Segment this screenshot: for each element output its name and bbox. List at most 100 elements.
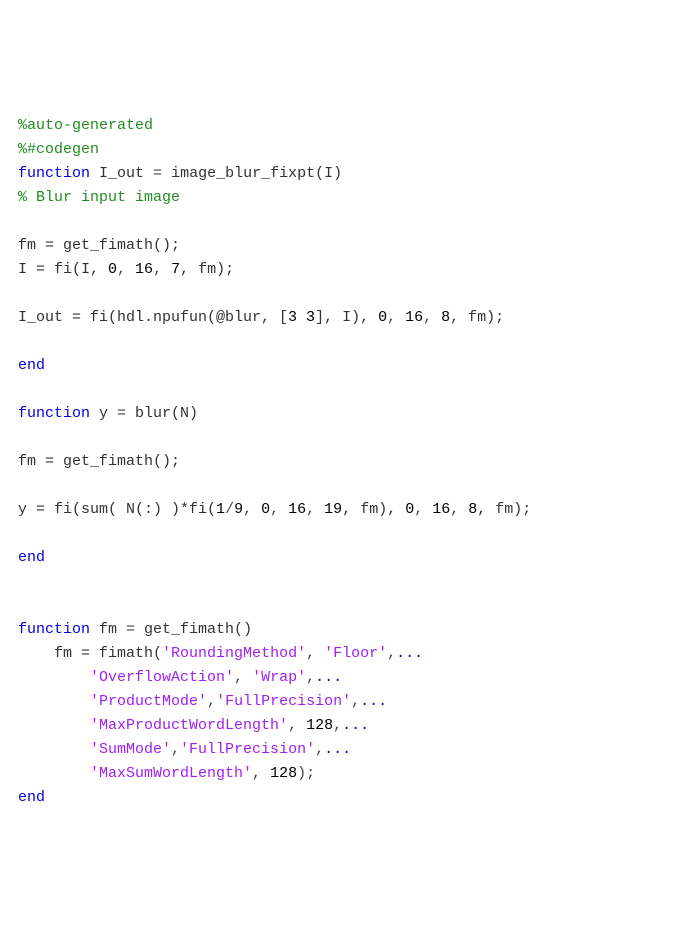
code-line: function I_out = image_blur_fixpt(I): [18, 165, 342, 182]
comma: ,: [252, 765, 270, 782]
code-line: 'SumMode','FullPrecision',...: [18, 741, 351, 758]
comma: ,: [153, 261, 171, 278]
code-line: 'MaxSumWordLength', 128);: [18, 765, 315, 782]
comma: ,: [207, 693, 216, 710]
code-line: % Blur input image: [18, 189, 180, 206]
fn: image_blur_fixpt(I): [171, 165, 342, 182]
code-line: %#codegen: [18, 141, 99, 158]
tail: ,: [351, 693, 360, 710]
eq: =: [108, 405, 135, 422]
code-line: 'ProductMode','FullPrecision',...: [18, 693, 387, 710]
code-line: I = fi(I, 0, 16, 7, fm);: [18, 261, 234, 278]
str: 'SumMode': [90, 741, 171, 758]
comma: ,: [117, 261, 135, 278]
num: 8: [441, 309, 450, 326]
tail: , fm);: [477, 501, 531, 518]
str: 'FullPrecision': [216, 693, 351, 710]
num: 3 3: [288, 309, 315, 326]
code-line: %auto-generated: [18, 117, 153, 134]
eq: =: [117, 621, 144, 638]
txt: fm = fimath(: [54, 645, 162, 662]
out: [90, 165, 99, 182]
comma: ,: [414, 501, 432, 518]
str: 'MaxProductWordLength': [90, 717, 288, 734]
stmt: fm = get_fimath();: [18, 237, 180, 254]
indent: [18, 669, 90, 686]
num: 19: [324, 501, 342, 518]
code-line: I_out = fi(hdl.npufun(@blur, [3 3], I), …: [18, 309, 504, 326]
str: 'OverflowAction': [90, 669, 234, 686]
str: 'Wrap': [252, 669, 306, 686]
comma: ,: [306, 501, 324, 518]
txt: ], I),: [315, 309, 378, 326]
dots: ...: [360, 693, 387, 710]
str: 'MaxSumWordLength': [90, 765, 252, 782]
num: 16: [135, 261, 153, 278]
num: 0: [261, 501, 270, 518]
code-line: 'MaxProductWordLength', 128,...: [18, 717, 369, 734]
comma: ,: [270, 501, 288, 518]
str: 'FullPrecision': [180, 741, 315, 758]
txt: y = fi(sum( N(:) )*fi(: [18, 501, 216, 518]
comma: ,: [243, 501, 261, 518]
num: 0: [405, 501, 414, 518]
code-line: function fm = get_fimath(): [18, 621, 252, 638]
dots: ...: [324, 741, 351, 758]
code-line: fm = fimath('RoundingMethod', 'Floor',..…: [18, 645, 423, 662]
comma: ,: [171, 741, 180, 758]
indent: [18, 765, 90, 782]
code-line: function y = blur(N): [18, 405, 198, 422]
kw-end: end: [18, 357, 45, 374]
kw-function: function: [18, 405, 90, 422]
num: 16: [405, 309, 423, 326]
tail: );: [297, 765, 315, 782]
code-line: fm = get_fimath();: [18, 453, 180, 470]
num: 16: [288, 501, 306, 518]
tail: , fm);: [180, 261, 234, 278]
indent: [18, 717, 90, 734]
stmt: fm = get_fimath();: [18, 453, 180, 470]
kw-function: function: [18, 621, 90, 638]
comma: ,: [234, 669, 252, 686]
kw-end: end: [18, 789, 45, 806]
out: I_out: [99, 165, 144, 182]
str: 'RoundingMethod': [162, 645, 306, 662]
dots: ...: [315, 669, 342, 686]
fn: get_fimath(): [144, 621, 252, 638]
tail: ,: [306, 669, 315, 686]
indent: [18, 645, 54, 662]
kw-function: function: [18, 165, 90, 182]
num: 16: [432, 501, 450, 518]
comma: ,: [450, 501, 468, 518]
code-line: 'OverflowAction', 'Wrap',...: [18, 669, 342, 686]
num: 0: [108, 261, 117, 278]
str: 'ProductMode': [90, 693, 207, 710]
slash: /: [225, 501, 234, 518]
num: 0: [378, 309, 387, 326]
code-line: y = fi(sum( N(:) )*fi(1/9, 0, 16, 19, fm…: [18, 501, 531, 518]
comma: ,: [306, 645, 324, 662]
comma: ,: [288, 717, 306, 734]
num: 8: [468, 501, 477, 518]
num: 128: [306, 717, 333, 734]
tail: ,: [333, 717, 342, 734]
num: 7: [171, 261, 180, 278]
kw-end: end: [18, 549, 45, 566]
num: 1: [216, 501, 225, 518]
txt: , fm),: [342, 501, 405, 518]
tail: ,: [315, 741, 324, 758]
txt: I_out = fi(hdl.npufun(@blur, [: [18, 309, 288, 326]
txt: I = fi(I,: [18, 261, 108, 278]
code-line: fm = get_fimath();: [18, 237, 180, 254]
fn: blur(N): [135, 405, 198, 422]
tail: , fm);: [450, 309, 504, 326]
out: y: [90, 405, 108, 422]
code-block: %auto-generated %#codegen function I_out…: [18, 114, 663, 810]
num: 9: [234, 501, 243, 518]
indent: [18, 693, 90, 710]
str: 'Floor': [324, 645, 387, 662]
num: 128: [270, 765, 297, 782]
comma: ,: [387, 309, 405, 326]
out: fm: [90, 621, 117, 638]
eq: =: [144, 165, 171, 182]
